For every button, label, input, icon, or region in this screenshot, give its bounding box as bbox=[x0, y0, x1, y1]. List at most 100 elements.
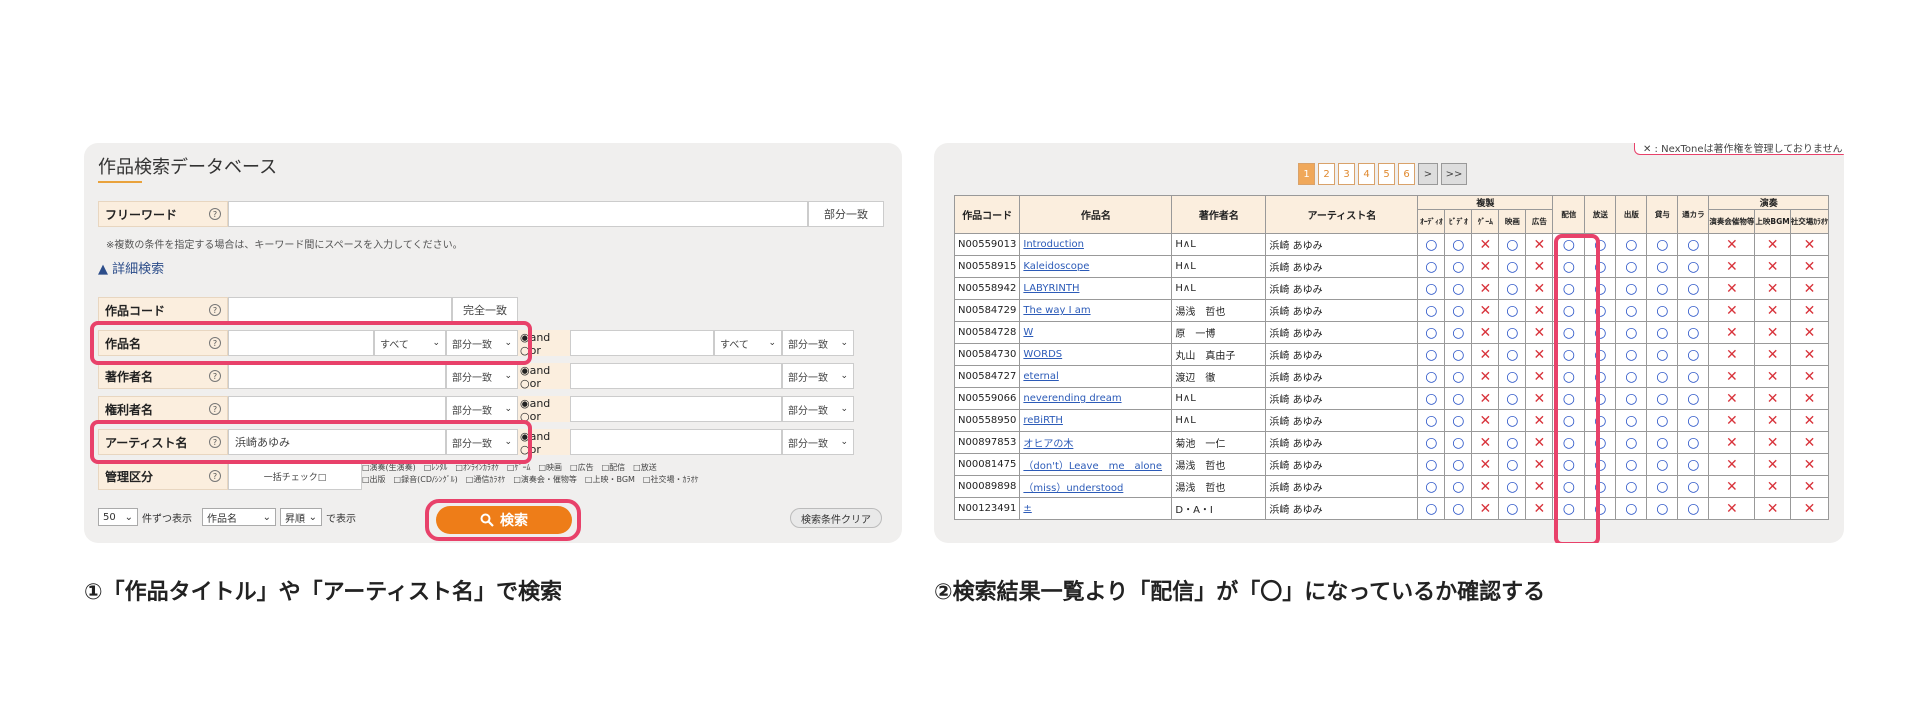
author-match-select-2[interactable]: 部分一致 ⌄ bbox=[782, 363, 854, 389]
chevron-down-icon: ⌄ bbox=[840, 437, 848, 447]
artist-input-2[interactable] bbox=[570, 429, 782, 455]
managed-mark: ○ bbox=[1444, 233, 1473, 256]
header-video: ﾋﾞﾃﾞｵ bbox=[1444, 209, 1473, 234]
help-icon[interactable]: ? bbox=[209, 208, 221, 220]
work-title-link[interactable]: eternal bbox=[1019, 365, 1173, 388]
and-radio[interactable]: ◉and bbox=[520, 397, 568, 410]
work-title-link[interactable]: W bbox=[1019, 321, 1173, 344]
author-input-2[interactable] bbox=[570, 363, 782, 389]
managed-mark: ○ bbox=[1615, 277, 1648, 300]
managed-mark: ○ bbox=[1444, 299, 1473, 322]
clear-conditions-button[interactable]: 検索条件クリア bbox=[790, 508, 882, 528]
check-all-checkbox[interactable]: 一括チェック□ bbox=[228, 462, 362, 490]
work-title-link[interactable]: The way I am bbox=[1019, 299, 1173, 322]
managed-mark: ○ bbox=[1615, 431, 1648, 454]
page-link[interactable]: 2 bbox=[1318, 163, 1335, 185]
work-code-cell: N00559066 bbox=[953, 387, 1021, 410]
page-link[interactable]: 3 bbox=[1338, 163, 1355, 185]
work-title-link[interactable]: LABYRINTH bbox=[1019, 277, 1173, 300]
or-radio[interactable]: ○or bbox=[520, 377, 568, 390]
rights-holder-match-select[interactable]: 部分一致 ⌄ bbox=[446, 396, 518, 422]
results-body: N00559013 Introduction H∧L 浜崎 あゆみ ○ ○ ✕ ○ ✕ ○ ○ ○ ○ ○… bbox=[953, 233, 1830, 520]
not-managed-mark: ✕ bbox=[1525, 255, 1554, 278]
not-managed-mark: ✕ bbox=[1525, 453, 1554, 476]
header-social: 社交場ｶﾗｵｹ bbox=[1789, 209, 1830, 234]
work-name-scope-select-2[interactable]: すべて ⌄ bbox=[714, 330, 782, 356]
and-or-radio[interactable]: ◉and ○or bbox=[518, 363, 570, 390]
not-managed-mark: ✕ bbox=[1708, 475, 1756, 498]
managed-mark: ○ bbox=[1677, 497, 1710, 520]
and-or-radio[interactable]: ◉and ○or bbox=[518, 396, 570, 423]
artist-cell: 浜崎 あゆみ bbox=[1265, 255, 1419, 278]
not-managed-mark: ✕ bbox=[1525, 475, 1554, 498]
free-word-input[interactable] bbox=[228, 201, 808, 227]
rights-holder-input[interactable] bbox=[228, 396, 446, 422]
author-cell: 湯浅 哲也 bbox=[1171, 299, 1267, 322]
page-link[interactable]: > bbox=[1418, 163, 1438, 185]
managed-mark: ○ bbox=[1417, 255, 1446, 278]
work-title-link[interactable]: reBiRTH bbox=[1019, 409, 1173, 432]
author-match-select[interactable]: 部分一致 ⌄ bbox=[446, 363, 518, 389]
work-name-input-2[interactable] bbox=[570, 330, 714, 356]
sort-order-select[interactable]: 昇順 ⌄ bbox=[280, 508, 322, 526]
managed-mark: ○ bbox=[1498, 453, 1527, 476]
work-title-link[interactable]: Kaleidoscope bbox=[1019, 255, 1173, 278]
sort-field-select[interactable]: 作品名 ⌄ bbox=[202, 508, 276, 526]
work-title-link[interactable]: Introduction bbox=[1019, 233, 1173, 256]
not-managed-mark: ✕ bbox=[1754, 475, 1791, 498]
author-cell: 渡辺 徹 bbox=[1171, 365, 1267, 388]
rights-holder-match-select-2[interactable]: 部分一致 ⌄ bbox=[782, 396, 854, 422]
work-title-link[interactable]: ± bbox=[1019, 497, 1173, 520]
artist-match-select-2[interactable]: 部分一致 ⌄ bbox=[782, 429, 854, 455]
author-input[interactable] bbox=[228, 363, 446, 389]
management-checkboxes[interactable]: □演奏(生演奏) □ﾚﾝﾀﾙ □ｵﾝﾗｲﾝｶﾗｵｹ □ｹﾞｰﾑ □映画 □広告 … bbox=[362, 462, 880, 486]
work-code-cell: N00081475 bbox=[953, 453, 1021, 476]
page-link[interactable]: >> bbox=[1441, 163, 1467, 185]
managed-mark: ○ bbox=[1444, 255, 1473, 278]
work-title-link[interactable]: （miss）understood bbox=[1019, 475, 1173, 498]
page-link[interactable]: 4 bbox=[1358, 163, 1375, 185]
managed-mark: ○ bbox=[1417, 453, 1446, 476]
work-title-link[interactable]: （don't）Leave me alone bbox=[1019, 453, 1173, 476]
managed-mark: ○ bbox=[1677, 475, 1710, 498]
chevron-down-icon: ⌄ bbox=[504, 404, 512, 414]
work-code-input[interactable] bbox=[228, 297, 452, 323]
page-link[interactable]: 5 bbox=[1378, 163, 1395, 185]
managed-mark: ○ bbox=[1615, 299, 1648, 322]
managed-mark: ○ bbox=[1444, 453, 1473, 476]
work-name-match-select-2[interactable]: 部分一致 ⌄ bbox=[782, 330, 854, 356]
chevron-down-icon: ⌄ bbox=[308, 511, 317, 523]
and-radio[interactable]: ◉and bbox=[520, 364, 568, 377]
page-link[interactable]: 6 bbox=[1398, 163, 1415, 185]
free-word-label-text: フリーワード bbox=[105, 207, 178, 222]
artist-cell: 浜崎 あゆみ bbox=[1265, 409, 1419, 432]
managed-mark: ○ bbox=[1677, 431, 1710, 454]
not-managed-mark: ✕ bbox=[1525, 277, 1554, 300]
not-managed-mark: ✕ bbox=[1789, 409, 1830, 432]
rights-holder-input-2[interactable] bbox=[570, 396, 782, 422]
artist-cell: 浜崎 あゆみ bbox=[1265, 475, 1419, 498]
page-link[interactable]: 1 bbox=[1298, 163, 1315, 185]
table-row: N00584729 The way I am 湯浅 哲也 浜崎 あゆみ ○ ○ ✕ ○ ✕ ○ ○ ○… bbox=[953, 299, 1830, 322]
management-label: 管理区分? bbox=[98, 462, 228, 490]
detail-search-toggle[interactable]: ▲ 詳細検索 bbox=[98, 258, 164, 277]
work-title-link[interactable]: オヒアの木 bbox=[1019, 431, 1173, 454]
help-icon[interactable]: ? bbox=[209, 470, 221, 482]
per-page-select[interactable]: 50 ⌄ bbox=[98, 508, 138, 526]
managed-mark: ○ bbox=[1498, 365, 1527, 388]
work-title-link[interactable]: neverending dream bbox=[1019, 387, 1173, 410]
work-code-cell: N00897853 bbox=[953, 431, 1021, 454]
chevron-down-icon: ⌄ bbox=[768, 338, 776, 348]
not-managed-mark: ✕ bbox=[1754, 255, 1791, 278]
scope-value: すべて bbox=[720, 339, 749, 351]
managed-mark: ○ bbox=[1646, 365, 1679, 388]
help-icon[interactable]: ? bbox=[209, 370, 221, 382]
help-icon[interactable]: ? bbox=[209, 304, 221, 316]
not-managed-mark: ✕ bbox=[1525, 387, 1554, 410]
artist-cell: 浜崎 あゆみ bbox=[1265, 497, 1419, 520]
management-checkbox-row-2[interactable]: □出版 □録音(CD/ｼﾝｸﾞﾙ) □通信ｶﾗｵｹ □演奏会・催物等 □上映・B… bbox=[362, 474, 880, 486]
managed-mark: ○ bbox=[1417, 497, 1446, 520]
help-icon[interactable]: ? bbox=[209, 403, 221, 415]
work-title-link[interactable]: WORDS bbox=[1019, 343, 1173, 366]
table-row: N00897853 オヒアの木 菊池 一仁 浜崎 あゆみ ○ ○ ✕ ○ ✕ ○ ○ ○ ○ ○ ✕ ✕ ✕ bbox=[953, 431, 1830, 454]
